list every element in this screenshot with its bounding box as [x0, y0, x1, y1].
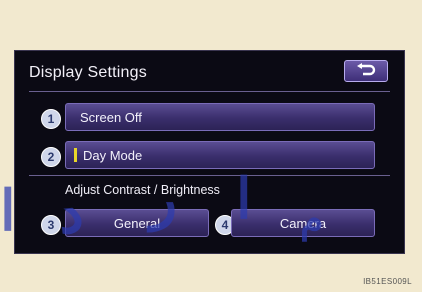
step-badge-1: 1	[41, 109, 61, 129]
day-mode-button[interactable]: Day Mode	[65, 141, 375, 169]
general-label: General	[113, 215, 161, 231]
adjust-contrast-brightness-label: Adjust Contrast / Brightness	[65, 183, 220, 197]
title-divider	[29, 91, 390, 92]
screen-off-label: Screen Off	[80, 109, 142, 125]
step-badge-3: 3	[41, 215, 61, 235]
back-button[interactable]	[344, 60, 388, 82]
camera-label: Camera	[279, 215, 327, 231]
section-divider	[29, 175, 390, 176]
step-badge-2: 2	[41, 147, 61, 167]
page-title: Display Settings	[29, 64, 147, 81]
day-mode-indicator	[74, 148, 77, 162]
general-button[interactable]: General	[65, 209, 209, 237]
camera-button[interactable]: Camera	[231, 209, 375, 237]
return-arrow-icon	[357, 63, 376, 76]
figure-code: IB51ES009L	[363, 277, 412, 286]
day-mode-label: Day Mode	[83, 147, 143, 163]
display-settings-screen: Display Settings 1 Screen Off 2 Day Mode…	[14, 50, 405, 254]
screen-off-button[interactable]: Screen Off	[65, 103, 375, 131]
